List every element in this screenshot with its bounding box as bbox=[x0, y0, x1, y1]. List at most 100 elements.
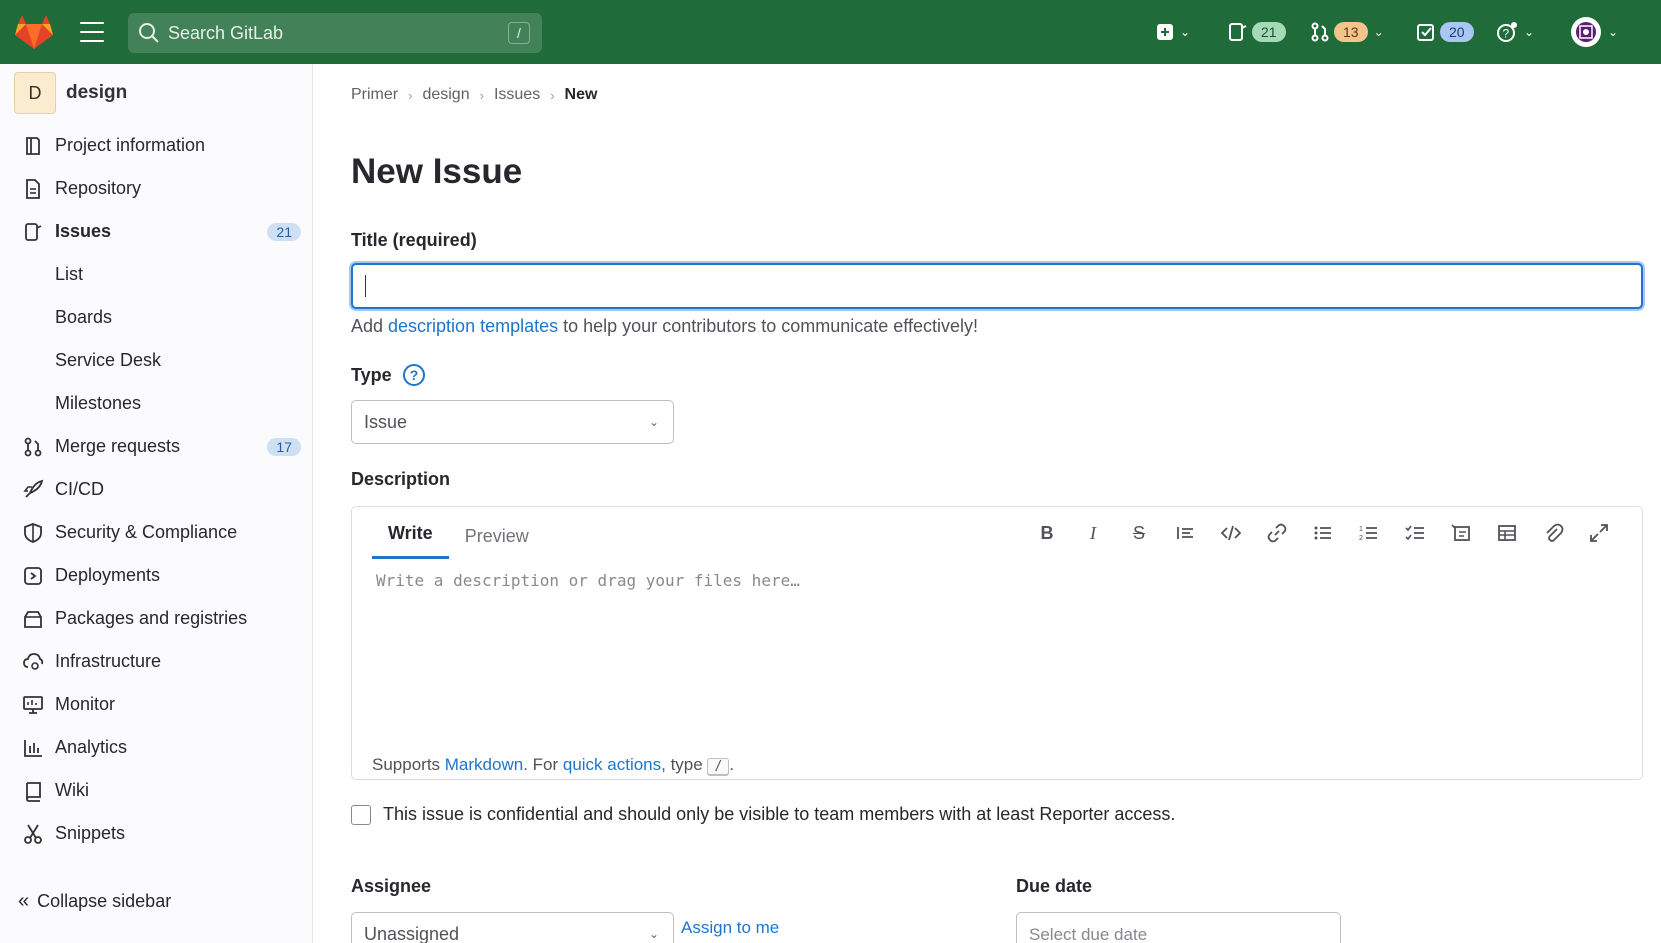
search-shortcut-key: / bbox=[508, 22, 530, 44]
italic-icon[interactable]: I bbox=[1070, 519, 1116, 547]
sidebar-item-boards[interactable]: Boards bbox=[0, 296, 313, 339]
sidebar-item-milestones[interactable]: Milestones bbox=[0, 382, 313, 425]
description-templates-link[interactable]: description templates bbox=[388, 316, 558, 336]
sidebar-item-label: Issues bbox=[55, 221, 112, 241]
sidebar-item-service-desk[interactable]: Service Desk bbox=[0, 339, 313, 382]
due-date-input[interactable]: Select due date bbox=[1016, 912, 1341, 943]
search-input[interactable]: Search GitLab / bbox=[128, 13, 542, 53]
footer-text: . For bbox=[523, 755, 563, 774]
menu-icon[interactable] bbox=[80, 22, 104, 42]
fullscreen-icon[interactable] bbox=[1576, 519, 1622, 547]
help-icon[interactable]: ? bbox=[403, 364, 425, 386]
chevron-right-icon: › bbox=[408, 87, 413, 103]
sidebar-item-monitor[interactable]: Monitor bbox=[0, 683, 313, 726]
sidebar-item-issues[interactable]: Issues 21 bbox=[0, 210, 313, 253]
bold-icon[interactable]: B bbox=[1024, 519, 1070, 547]
markdown-link[interactable]: Markdown bbox=[445, 755, 523, 774]
sidebar-item-deployments[interactable]: Deployments bbox=[0, 554, 313, 597]
tab-preview[interactable]: Preview bbox=[449, 526, 545, 559]
package-icon bbox=[24, 611, 42, 628]
project-avatar[interactable]: D bbox=[14, 72, 56, 114]
breadcrumb-item-design[interactable]: design bbox=[422, 86, 469, 104]
sidebar-item-security-compliance[interactable]: Security & Compliance bbox=[0, 511, 313, 554]
confidential-option: This issue is confidential and should on… bbox=[351, 804, 1175, 825]
todos-count-badge: 20 bbox=[1440, 22, 1474, 42]
page-title: New Issue bbox=[351, 152, 523, 191]
scissors-icon bbox=[24, 824, 42, 844]
sidebar-item-ci-cd[interactable]: CI/CD bbox=[0, 468, 313, 511]
chevron-down-icon: ⌄ bbox=[648, 927, 659, 941]
breadcrumb-item-primer[interactable]: Primer bbox=[351, 86, 398, 104]
title-label: Title (required) bbox=[351, 230, 477, 250]
code-icon[interactable] bbox=[1208, 519, 1254, 547]
attach-file-icon[interactable] bbox=[1530, 519, 1576, 547]
project-header[interactable]: D design bbox=[14, 72, 127, 114]
sidebar-item-merge-requests[interactable]: Merge requests 17 bbox=[0, 425, 313, 468]
hint-text: to help your contributors to communicate… bbox=[558, 316, 978, 336]
description-editor: Write Preview B I S 12 Write a descripti… bbox=[351, 506, 1643, 780]
confidential-checkbox[interactable] bbox=[351, 804, 371, 825]
sidebar-item-label: Merge requests bbox=[55, 436, 181, 456]
breadcrumb-item-issues[interactable]: Issues bbox=[494, 86, 540, 104]
cloud-gear-icon bbox=[23, 653, 44, 670]
user-menu-button[interactable]: ⌄ bbox=[1570, 16, 1618, 48]
chevron-down-icon: ⌄ bbox=[1608, 25, 1619, 39]
merge-request-icon bbox=[24, 437, 42, 457]
collapsible-section-icon[interactable] bbox=[1438, 519, 1484, 547]
assign-to-me-link[interactable]: Assign to me bbox=[681, 918, 779, 938]
merge-request-icon bbox=[1311, 22, 1329, 42]
description-textarea[interactable]: Write a description or drag your files h… bbox=[376, 571, 1618, 590]
sidebar-item-snippets[interactable]: Snippets bbox=[0, 812, 313, 855]
quote-icon[interactable] bbox=[1162, 519, 1208, 547]
issues-button[interactable]: 21 bbox=[1228, 16, 1286, 48]
title-input[interactable] bbox=[351, 263, 1643, 309]
quick-actions-link[interactable]: quick actions bbox=[563, 755, 661, 774]
assignee-select[interactable]: Unassigned ⌄ bbox=[351, 912, 674, 943]
confidential-label: This issue is confidential and should on… bbox=[383, 804, 1176, 824]
link-icon[interactable] bbox=[1254, 519, 1300, 547]
sidebar-item-repository[interactable]: Repository bbox=[0, 167, 313, 210]
chevron-down-icon: ⌄ bbox=[1373, 25, 1384, 39]
bullet-list-icon[interactable] bbox=[1300, 519, 1346, 547]
task-list-icon[interactable] bbox=[1392, 519, 1438, 547]
collapse-sidebar-button[interactable]: « Collapse sidebar bbox=[18, 890, 171, 913]
hint-text: Add bbox=[351, 316, 389, 336]
sidebar-item-label: Snippets bbox=[55, 823, 126, 843]
sidebar-item-wiki[interactable]: Wiki bbox=[0, 769, 313, 812]
sidebar-item-label: CI/CD bbox=[55, 479, 104, 499]
tab-write[interactable]: Write bbox=[372, 523, 449, 559]
sidebar-nav: Project information Repository Issues 21… bbox=[0, 124, 313, 855]
table-icon[interactable] bbox=[1484, 519, 1530, 547]
sidebar-item-packages-registries[interactable]: Packages and registries bbox=[0, 597, 313, 640]
merge-requests-button[interactable]: 13 ⌄ bbox=[1310, 16, 1384, 48]
todo-check-icon bbox=[1417, 24, 1434, 41]
sidebar-item-project-information[interactable]: Project information bbox=[0, 124, 313, 167]
project-name[interactable]: design bbox=[66, 82, 127, 104]
help-menu-button[interactable]: ? ⌄ bbox=[1496, 16, 1534, 48]
breadcrumb-item-new[interactable]: New bbox=[565, 86, 598, 104]
book-icon bbox=[26, 782, 41, 802]
sidebar-item-infrastructure[interactable]: Infrastructure bbox=[0, 640, 313, 683]
search-icon bbox=[139, 23, 159, 43]
issues-icon bbox=[25, 223, 42, 241]
chevron-down-icon: ⌄ bbox=[648, 415, 659, 429]
footer-text: . bbox=[729, 755, 735, 774]
monitor-icon bbox=[23, 696, 43, 714]
create-new-button[interactable]: ⌄ bbox=[1156, 16, 1190, 48]
todos-button[interactable]: 20 bbox=[1416, 16, 1474, 48]
chevron-down-icon: ⌄ bbox=[1524, 25, 1535, 39]
sidebar-item-label: Deployments bbox=[55, 565, 161, 585]
strikethrough-icon[interactable]: S bbox=[1116, 519, 1162, 547]
sidebar-item-analytics[interactable]: Analytics bbox=[0, 726, 313, 769]
double-chevron-left-icon: « bbox=[18, 890, 30, 912]
sidebar-item-list[interactable]: List bbox=[0, 253, 313, 296]
description-label: Description bbox=[351, 469, 451, 489]
type-select[interactable]: Issue ⌄ bbox=[351, 400, 674, 444]
assignee-select-value: Unassigned bbox=[364, 923, 460, 943]
sidebar-item-label: Analytics bbox=[55, 737, 128, 757]
type-label: Type bbox=[351, 365, 392, 385]
sidebar-item-label: Packages and registries bbox=[55, 608, 248, 628]
numbered-list-icon[interactable]: 12 bbox=[1346, 519, 1392, 547]
merge-requests-count-badge: 17 bbox=[267, 437, 301, 456]
gitlab-logo-icon[interactable] bbox=[14, 14, 54, 50]
